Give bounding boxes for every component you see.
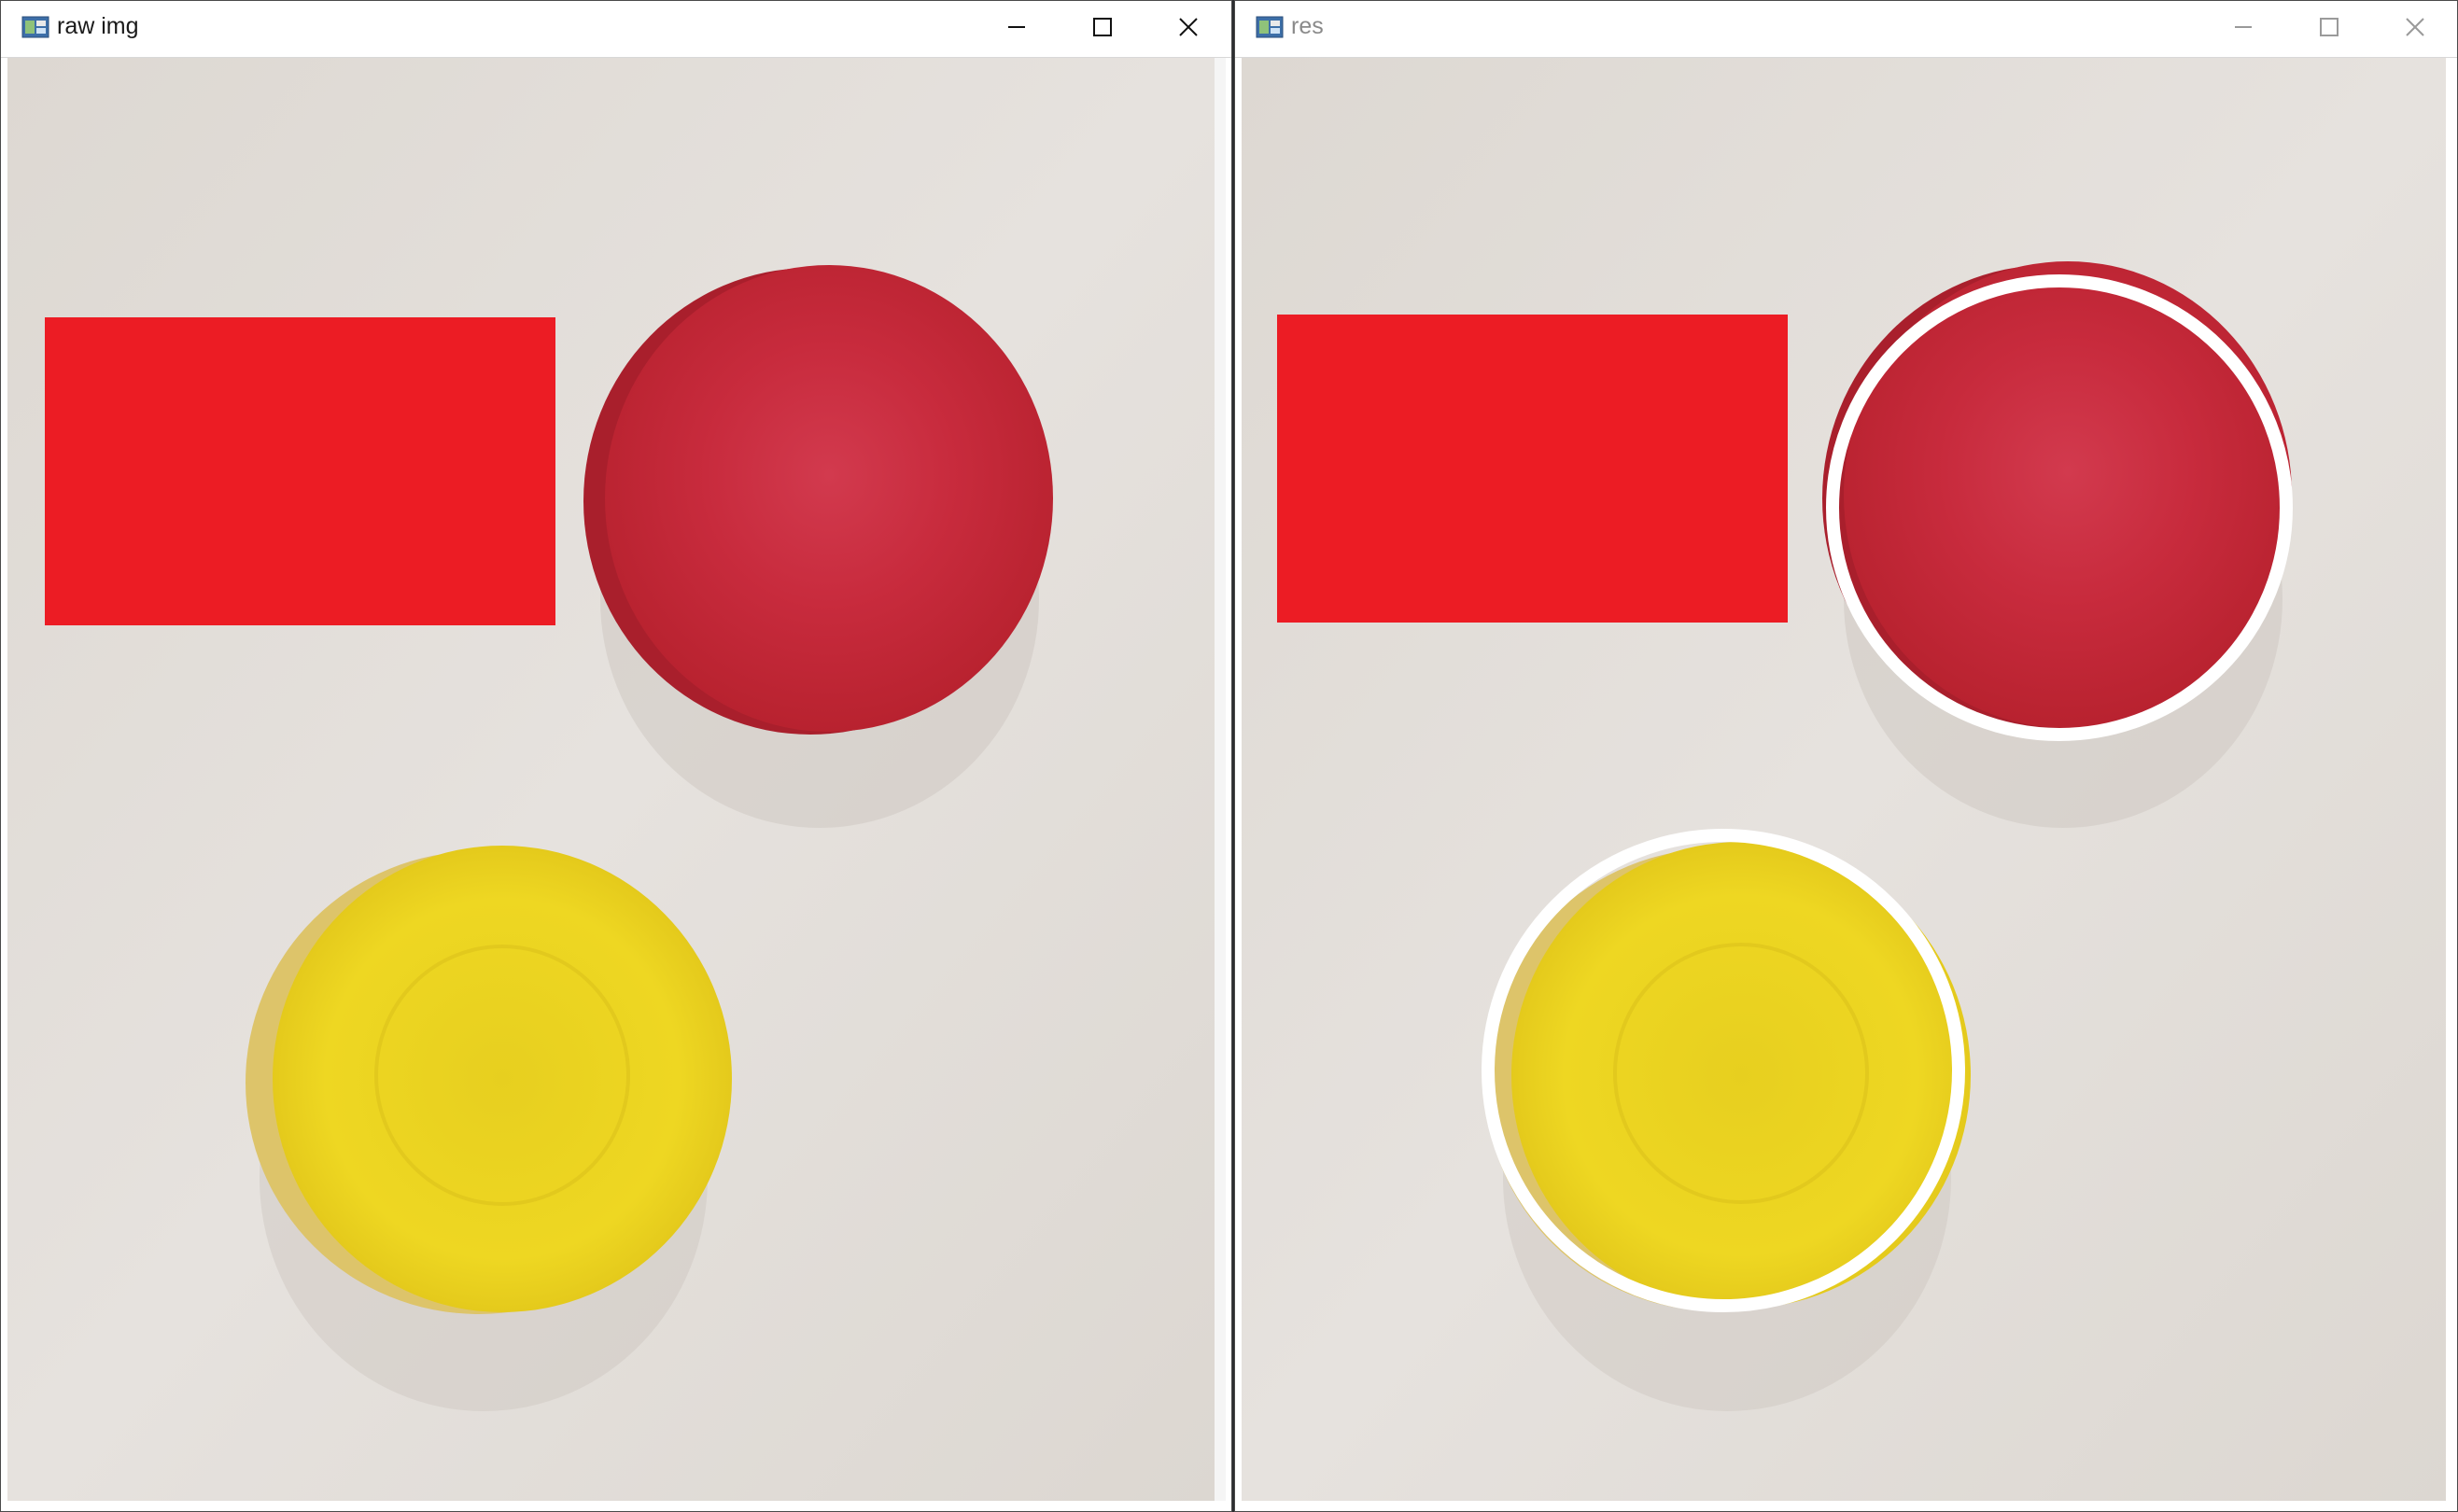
- minimize-button[interactable]: [974, 1, 1060, 53]
- minimize-icon: [1008, 26, 1025, 28]
- right-border: [1215, 58, 1226, 1501]
- maximize-button[interactable]: [1060, 1, 1145, 53]
- close-button[interactable]: [2372, 1, 2458, 53]
- raw-img-window[interactable]: raw img: [0, 0, 1232, 1512]
- red-rectangle: [1277, 315, 1788, 623]
- window-title: raw img: [57, 13, 139, 39]
- raw-image-canvas[interactable]: [7, 58, 1215, 1501]
- result-image-canvas[interactable]: [1242, 58, 2446, 1501]
- yellow-disc: [273, 846, 732, 1312]
- red-disc: [605, 265, 1053, 732]
- window-title: res: [1291, 13, 1324, 39]
- raw-image: [7, 58, 1215, 1501]
- close-icon: [1179, 18, 1198, 36]
- title-bar[interactable]: res: [1235, 1, 2457, 58]
- maximize-icon: [1093, 18, 1112, 36]
- maximize-icon: [2320, 18, 2339, 36]
- app-icon: [21, 16, 49, 38]
- title-bar[interactable]: raw img: [1, 1, 1231, 58]
- maximize-button[interactable]: [2286, 1, 2372, 53]
- res-window[interactable]: res: [1234, 0, 2458, 1512]
- close-button[interactable]: [1145, 1, 1231, 53]
- app-icon: [1256, 16, 1284, 38]
- result-image: [1242, 58, 2446, 1501]
- minimize-button[interactable]: [2200, 1, 2286, 53]
- minimize-icon: [2235, 26, 2252, 28]
- red-rectangle: [45, 317, 555, 625]
- close-icon: [2406, 18, 2424, 36]
